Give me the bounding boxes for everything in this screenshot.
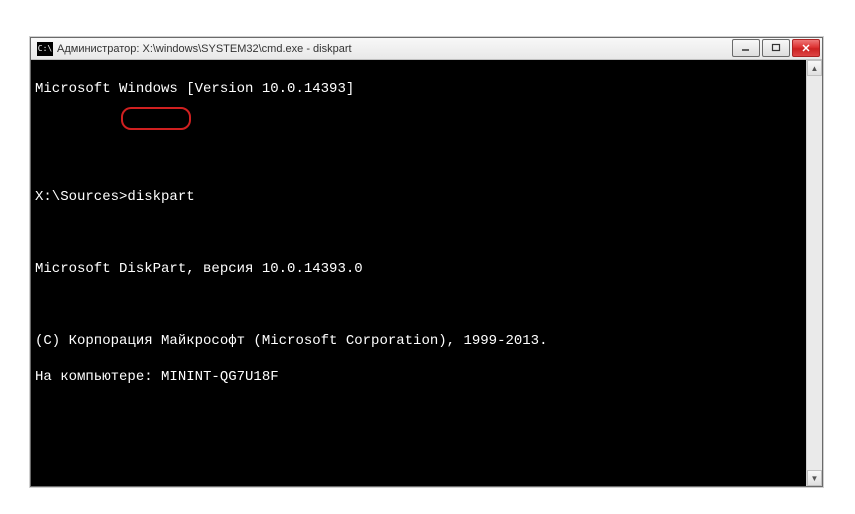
output-line xyxy=(35,152,802,170)
scroll-track[interactable] xyxy=(807,76,822,470)
prompt-command: diskpart xyxy=(127,189,194,205)
window-title: Администратор: X:\windows\SYSTEM32\cmd.e… xyxy=(57,43,352,55)
maximize-button[interactable] xyxy=(762,39,790,57)
scroll-down-button[interactable]: ▼ xyxy=(807,470,822,486)
app-icon: C:\ xyxy=(37,42,53,56)
output-line: Microsoft DiskPart, версия 10.0.14393.0 xyxy=(35,260,802,278)
prompt-line: X:\Sources>diskpart xyxy=(35,188,802,206)
output-line xyxy=(35,296,802,314)
output-line: На компьютере: MININT-QG7U18F xyxy=(35,368,802,386)
terminal-output[interactable]: Microsoft Windows [Version 10.0.14393] X… xyxy=(31,60,806,486)
output-line xyxy=(35,224,802,242)
output-line xyxy=(35,116,802,134)
cmd-window: C:\ Администратор: X:\windows\SYSTEM32\c… xyxy=(30,37,823,487)
prompt-prefix: X:\Sources> xyxy=(35,189,127,205)
scroll-up-button[interactable]: ▲ xyxy=(807,60,822,76)
output-line: (C) Корпорация Майкрософт (Microsoft Cor… xyxy=(35,332,802,350)
vertical-scrollbar[interactable]: ▲ ▼ xyxy=(806,60,822,486)
window-controls xyxy=(732,39,820,57)
output-line: Microsoft Windows [Version 10.0.14393] xyxy=(35,80,802,98)
titlebar[interactable]: C:\ Администратор: X:\windows\SYSTEM32\c… xyxy=(31,38,822,60)
minimize-button[interactable] xyxy=(732,39,760,57)
client-area: Microsoft Windows [Version 10.0.14393] X… xyxy=(31,60,822,486)
output-line xyxy=(35,404,802,422)
close-button[interactable] xyxy=(792,39,820,57)
